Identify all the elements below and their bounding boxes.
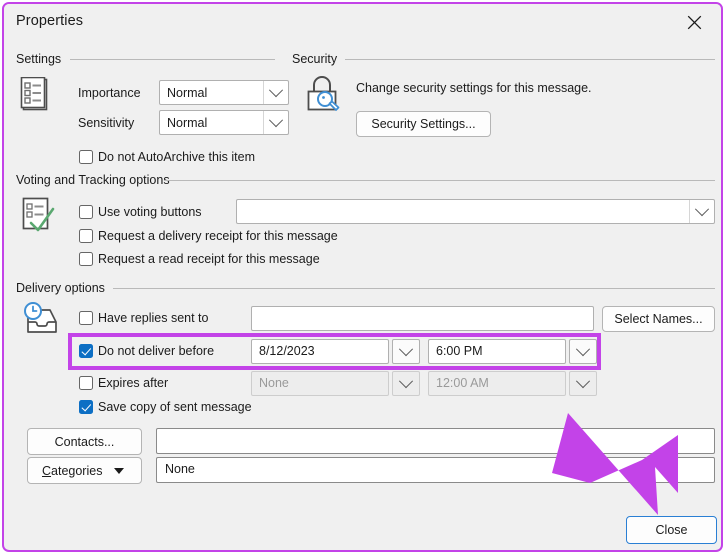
- do-not-deliver-date-input[interactable]: 8/12/2023: [251, 339, 389, 364]
- security-group-rule: [345, 59, 715, 60]
- expires-after-label: Expires after: [98, 376, 169, 390]
- read-receipt-label: Request a read receipt for this message: [98, 252, 320, 266]
- expires-after-time-dropdown: [569, 371, 597, 396]
- have-replies-label: Have replies sent to: [98, 311, 209, 325]
- voting-group-label: Voting and Tracking options: [16, 173, 175, 187]
- contacts-button[interactable]: Contacts...: [27, 428, 142, 455]
- delivery-receipt-checkbox[interactable]: [79, 229, 93, 243]
- delivery-group-rule: [113, 288, 715, 289]
- have-replies-input[interactable]: [251, 306, 594, 331]
- inbox-clock-icon: [20, 301, 64, 345]
- importance-combobox[interactable]: Normal: [159, 80, 289, 105]
- contacts-input[interactable]: [156, 428, 715, 454]
- chevron-down-icon[interactable]: [263, 81, 288, 104]
- read-receipt-checkbox[interactable]: [79, 252, 93, 266]
- close-button[interactable]: Close: [626, 516, 717, 544]
- expires-after-date-input: None: [251, 371, 389, 396]
- settings-group-rule: [70, 59, 275, 60]
- close-button-label: Close: [655, 523, 688, 537]
- sensitivity-label: Sensitivity: [78, 116, 135, 130]
- close-icon[interactable]: [675, 9, 713, 35]
- security-description: Change security settings for this messag…: [356, 81, 592, 95]
- ballot-check-icon: [20, 196, 62, 238]
- chevron-down-icon[interactable]: [263, 111, 288, 134]
- select-names-button-label: Select Names...: [614, 312, 703, 326]
- expires-after-time-input: 12:00 AM: [428, 371, 566, 396]
- chevron-down-icon[interactable]: [689, 200, 714, 223]
- select-names-button[interactable]: Select Names...: [602, 306, 715, 332]
- properties-dialog: Properties Settings Importance Normal Se…: [2, 2, 723, 552]
- do-not-deliver-before-label: Do not deliver before: [98, 344, 215, 358]
- lock-magnifier-icon: [303, 75, 343, 117]
- use-voting-buttons-checkbox[interactable]: [79, 205, 93, 219]
- autoarchive-checkbox[interactable]: [79, 150, 93, 164]
- importance-label: Importance: [78, 86, 141, 100]
- do-not-deliver-time-dropdown[interactable]: [569, 339, 597, 364]
- voting-group-rule: [164, 180, 715, 181]
- settings-list-icon: [19, 77, 51, 113]
- screenshot-root: Properties Settings Importance Normal Se…: [0, 0, 727, 556]
- importance-value: Normal: [167, 85, 208, 100]
- do-not-deliver-date-dropdown[interactable]: [392, 339, 420, 364]
- autoarchive-label: Do not AutoArchive this item: [98, 150, 256, 164]
- sensitivity-value: Normal: [167, 115, 208, 130]
- dialog-titlebar: Properties: [4, 4, 721, 40]
- voting-buttons-combobox[interactable]: [236, 199, 715, 224]
- do-not-deliver-time-input[interactable]: 6:00 PM: [428, 339, 566, 364]
- use-voting-buttons-label: Use voting buttons: [98, 205, 202, 219]
- have-replies-checkbox[interactable]: [79, 311, 93, 325]
- delivery-group-label: Delivery options: [16, 281, 110, 295]
- categories-input[interactable]: None: [156, 457, 715, 483]
- save-copy-label: Save copy of sent message: [98, 400, 252, 414]
- categories-button-label: Categories: [42, 463, 103, 478]
- security-settings-button-label: Security Settings...: [371, 117, 476, 131]
- do-not-deliver-before-checkbox[interactable]: [79, 344, 93, 358]
- save-copy-checkbox[interactable]: [79, 400, 93, 414]
- delivery-receipt-label: Request a delivery receipt for this mess…: [98, 229, 338, 243]
- expires-after-checkbox[interactable]: [79, 376, 93, 390]
- settings-group-label: Settings: [16, 52, 67, 66]
- sensitivity-combobox[interactable]: Normal: [159, 110, 289, 135]
- contacts-button-label: Contacts...: [54, 434, 115, 449]
- security-group-label: Security: [292, 52, 343, 66]
- dialog-title: Properties: [16, 13, 84, 29]
- security-settings-button[interactable]: Security Settings...: [356, 111, 491, 137]
- expires-after-date-dropdown: [392, 371, 420, 396]
- categories-button[interactable]: Categories: [27, 457, 142, 484]
- caret-down-icon: [114, 467, 125, 474]
